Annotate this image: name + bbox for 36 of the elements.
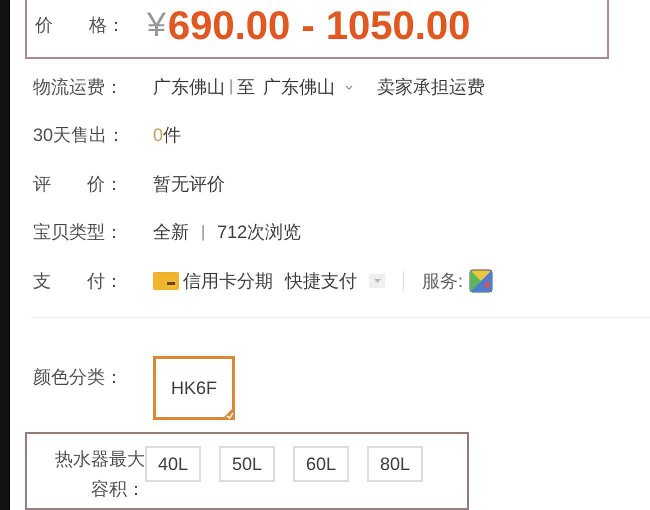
currency-symbol: ¥: [147, 5, 166, 46]
check-icon: [221, 406, 235, 420]
service-label: 服务:: [422, 270, 464, 293]
field-label: 物流运费：: [33, 76, 124, 99]
destination-dropdown[interactable]: 广东佛山: [263, 74, 336, 101]
rating-text: 暂无评价: [153, 172, 225, 196]
color-option[interactable]: HK6F: [153, 356, 235, 420]
capacity-option[interactable]: 80L: [367, 446, 423, 482]
caret-icon[interactable]: [345, 84, 354, 90]
field-label: 支 付：: [33, 270, 124, 293]
caret-icon[interactable]: [374, 279, 380, 284]
field-label: 价 格：: [35, 14, 126, 37]
sales-count: 0: [153, 124, 164, 148]
service-icon: [469, 269, 494, 294]
shipping-fee: 卖家承担运费: [377, 76, 486, 99]
dropdown-button[interactable]: [369, 274, 385, 288]
view-count: 712次浏览: [217, 221, 302, 244]
field-label: 热水器最大: [55, 448, 145, 472]
ship-from: 广东佛山: [153, 76, 225, 99]
separator: |: [201, 222, 206, 243]
credit-card-icon: [153, 272, 179, 290]
payment-method: 信用卡分期: [183, 270, 273, 293]
field-label: 宝贝类型：: [33, 221, 124, 244]
price-range: 690.00 - 1050.00: [168, 6, 470, 50]
field-label: 容积：: [91, 478, 145, 502]
capacity-option[interactable]: 50L: [219, 446, 275, 482]
to-text: 至: [237, 76, 256, 99]
separator: |: [229, 77, 234, 98]
capacity-option[interactable]: 60L: [293, 446, 349, 482]
field-label: 30天售出：: [33, 124, 126, 148]
sales-unit: 件: [163, 124, 182, 148]
condition-text: 全新: [153, 221, 189, 244]
payment-method: 快捷支付: [285, 270, 357, 293]
field-label: 评 价：: [33, 172, 124, 196]
capacity-option[interactable]: 40L: [145, 446, 201, 482]
field-label: 颜色分类：: [33, 366, 124, 390]
